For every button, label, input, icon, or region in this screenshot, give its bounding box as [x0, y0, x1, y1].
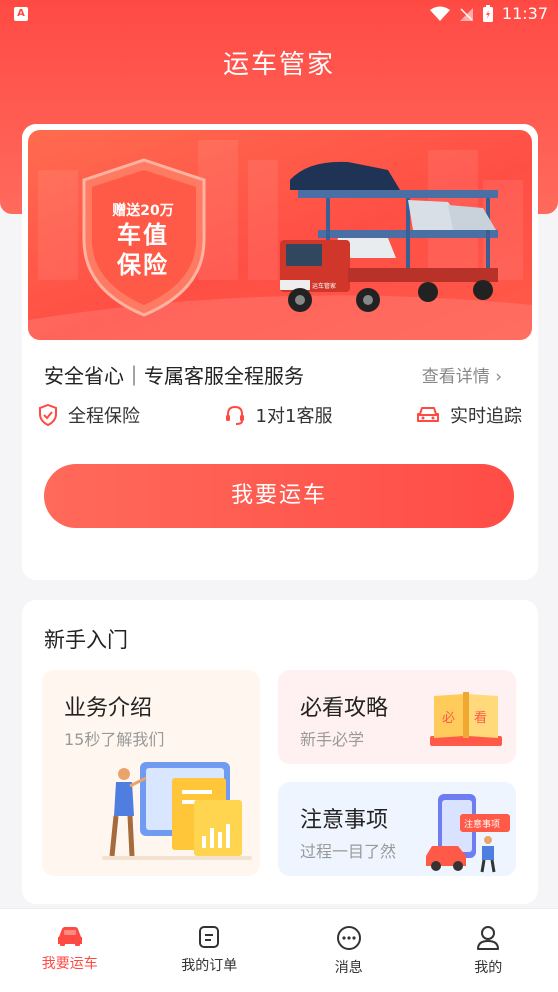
presentation-illustration [102, 762, 252, 860]
phone-tag: 注意事项 [464, 818, 500, 830]
feature-label: 全程保险 [68, 406, 140, 427]
feature-insurance: 全程保险 [38, 402, 140, 428]
user-icon [477, 926, 500, 950]
app-notification-icon: A [14, 7, 28, 21]
service-slogan: 安全省心｜专属客服全程服务 [44, 364, 304, 388]
headset-icon [225, 405, 244, 425]
tile-subtitle: 过程一目了然 [300, 842, 397, 861]
battery-icon [482, 4, 493, 22]
shield-line2: 车值 [117, 221, 169, 249]
order-icon [199, 926, 220, 948]
car-icon [57, 927, 82, 946]
tile-title: 注意事项 [300, 808, 389, 833]
feature-label: 实时追踪 [450, 406, 522, 427]
guide-book-icon: 必 看 [430, 692, 502, 746]
promo-banner[interactable]: 运车管家 赠送20万 车值 保险 [28, 130, 532, 340]
tile-title: 必看攻略 [300, 696, 389, 721]
page-title: 运车管家 [222, 50, 335, 80]
shipping-card: 运车管家 赠送20万 车值 保险 安全省心｜专属客服全程服务 查看详情 › 全程… [22, 124, 538, 580]
guide-title: 新手入门 [44, 628, 128, 652]
book-right-char: 看 [474, 710, 487, 726]
shield-check-icon [39, 404, 57, 426]
bottom-tab-bar: 我要运车 我的订单 消息 我的 [0, 908, 558, 992]
notice-tile[interactable]: 注意事项 过程一目了然 注意事项 [278, 782, 516, 876]
tab-my-orders[interactable]: 我的订单 [140, 909, 280, 992]
ship-car-button[interactable]: 我要运车 [44, 464, 514, 528]
tab-label: 我的订单 [181, 958, 238, 974]
wifi-icon [429, 6, 450, 21]
insurance-shield: 赠送20万 车值 保险 [102, 200, 184, 280]
must-read-guide-tile[interactable]: 必看攻略 新手必学 必 看 [278, 670, 516, 764]
signal-icon [459, 7, 473, 21]
tile-title: 业务介绍 [64, 696, 153, 721]
tile-subtitle: 15秒了解我们 [64, 730, 165, 749]
tab-label: 我的 [474, 960, 503, 976]
status-time: 11:37 [501, 4, 548, 23]
phone-notice-illustration: 注意事项 [426, 794, 510, 873]
shield-line1: 赠送20万 [112, 203, 174, 219]
feature-list: 全程保险 1对1客服 实时追踪 [38, 402, 522, 428]
tile-subtitle: 新手必学 [300, 730, 365, 749]
car-tracking-icon [417, 407, 439, 422]
tab-ship-car[interactable]: 我要运车 [0, 909, 140, 992]
feature-tracking: 实时追踪 [416, 402, 522, 428]
feature-service: 1对1客服 [224, 402, 333, 428]
status-bar: A 11:37 [0, 0, 558, 30]
view-details-link[interactable]: 查看详情 › [422, 362, 502, 387]
tab-messages[interactable]: 消息 [279, 909, 419, 992]
business-intro-tile[interactable]: 业务介绍 15秒了解我们 [42, 670, 260, 876]
truck-plate: 运车管家 [312, 282, 336, 290]
book-left-char: 必 [442, 711, 455, 726]
tab-label: 我要运车 [41, 956, 98, 972]
beginner-guide-card: 新手入门 业务介绍 15秒了解我们 必看攻略 新手必学 必 看 注意事项 过程一… [22, 600, 538, 904]
tab-label: 消息 [334, 960, 363, 976]
tab-profile[interactable]: 我的 [419, 909, 558, 992]
feature-label: 1对1客服 [255, 406, 333, 427]
shield-line3: 保险 [117, 251, 169, 279]
message-icon [336, 926, 361, 950]
